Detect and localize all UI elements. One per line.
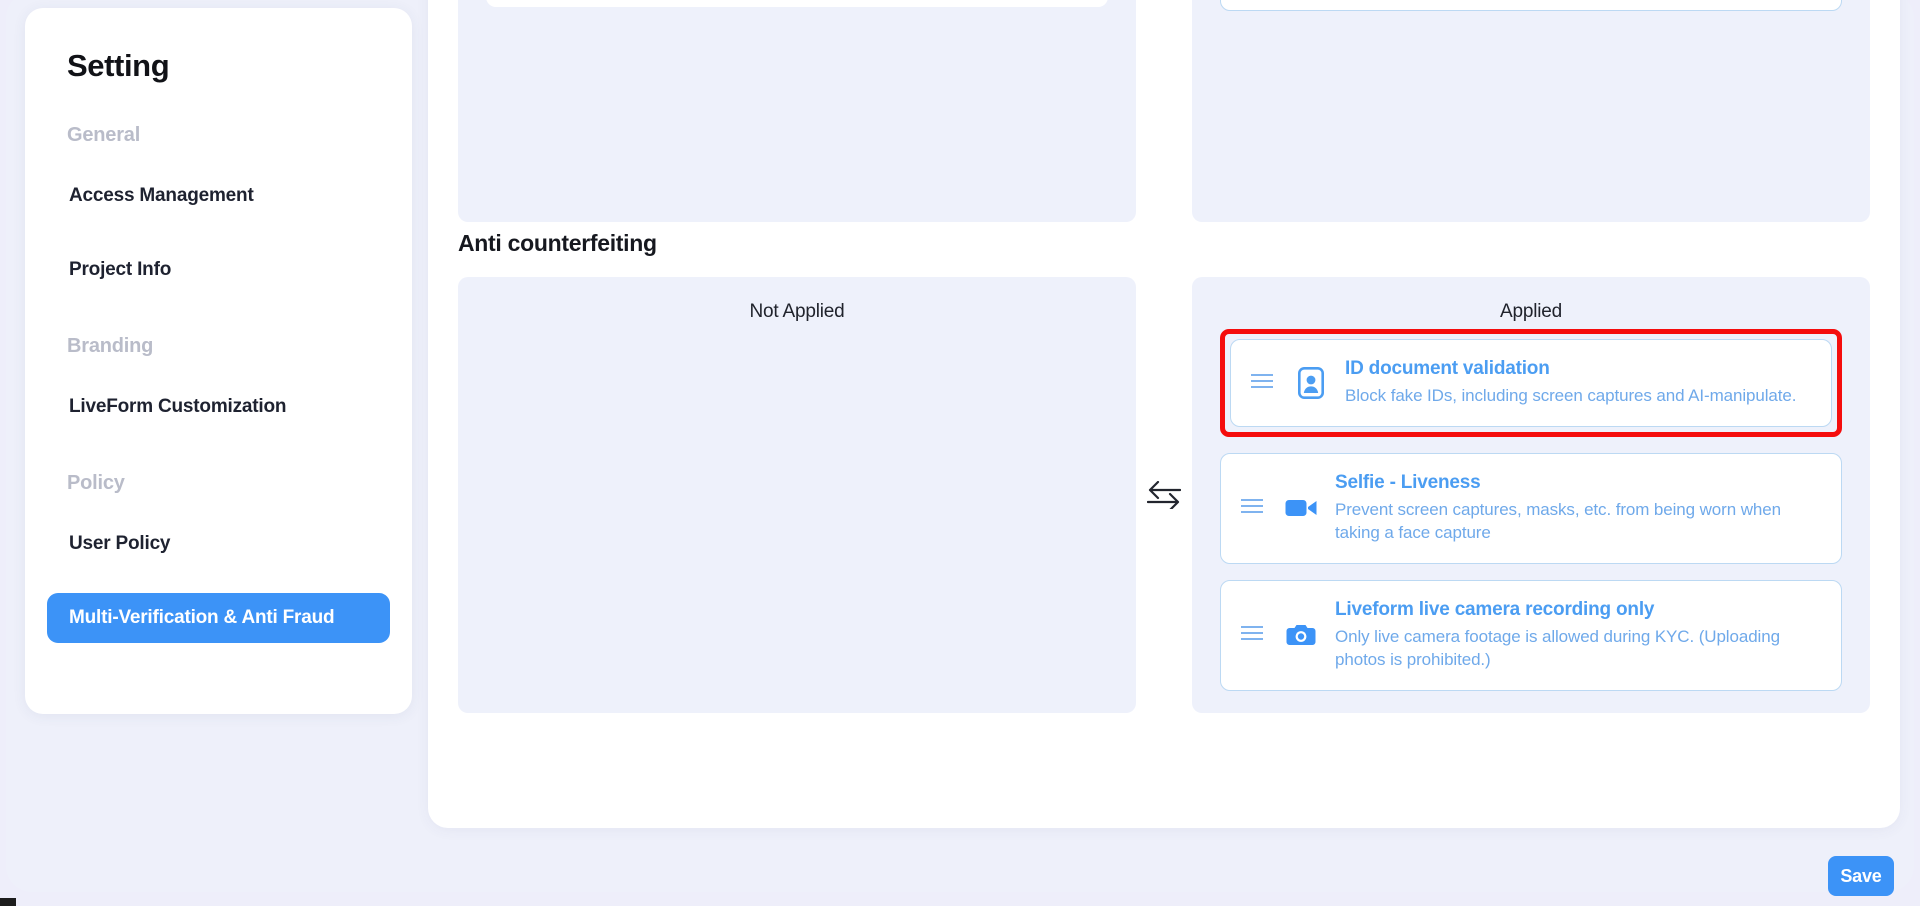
settings-sidebar: Setting General Access Management Projec… [25,8,412,714]
item-text: Liveform live camera recording only Only… [1335,599,1821,672]
nav-group-branding: Branding LiveForm Customization [47,335,390,432]
item-title: Liveform live camera recording only [1335,598,1655,620]
nav-group-label-branding: Branding [67,335,154,357]
nav-group-policy: Policy User Policy Multi-Verification & … [47,472,390,643]
item-card-address-verification: Address Verification proceed with locati… [1220,0,1842,12]
sidebar-item-liveform-customization[interactable]: LiveForm Customization [47,382,390,432]
nav-group-general: General Access Management Project Info [47,124,390,295]
window-corner-marker [0,898,16,906]
nav-group-label-policy: Policy [67,472,125,494]
swap-arrows-icon[interactable] [1136,277,1192,713]
pane-not-applied: Compare with government databases. (Note… [458,0,1136,222]
section-anti-counterfeiting: Anti counterfeiting Not Applied Applied [458,230,1870,713]
item-desc: Prevent screen captures, masks, etc. fro… [1335,500,1781,543]
photo-camera-icon [1279,623,1323,647]
save-button[interactable]: Save [1828,856,1894,896]
video-camera-icon [1279,497,1323,519]
item-title: ID document validation [1345,358,1550,380]
app-root: Setting General Access Management Projec… [0,0,1920,906]
item-card-government-database: Compare with government databases. (Note… [486,0,1108,7]
section-identity-verification: Compare with government databases. (Note… [458,0,1870,222]
pane-spacer [1136,0,1192,222]
id-card-icon [1289,367,1333,399]
item-card-id-document-validation[interactable]: ID document validation Block fake IDs, i… [1230,339,1832,427]
pane-applied: Applied ID document validation Block fak… [1192,277,1870,713]
section-title: Anti counterfeiting [458,230,657,256]
sidebar-item-user-policy[interactable]: User Policy [47,519,390,569]
drag-handle-icon[interactable] [1251,373,1277,394]
pane-not-applied: Not Applied [458,277,1136,713]
section-panes: Compare with government databases. (Note… [458,0,1870,222]
sidebar-item-access-management[interactable]: Access Management [47,171,390,221]
drag-handle-icon[interactable] [1241,625,1267,646]
settings-content-card: Compare with government databases. (Note… [428,0,1900,828]
highlight-ring: ID document validation Block fake IDs, i… [1220,329,1842,437]
nav-group-label-general: General [67,124,141,146]
pane-header-not-applied: Not Applied [749,301,845,322]
item-title: Selfie - Liveness [1335,472,1481,493]
pane-applied: Address Verification proceed with locati… [1192,0,1870,222]
item-card-selfie-liveness[interactable]: Selfie - Liveness Prevent screen capture… [1220,453,1842,564]
section-panes: Not Applied Applied ID document validati… [458,277,1870,713]
item-text: ID document validation Block fake IDs, i… [1345,358,1811,407]
item-card-liveform-live-camera-recording-only[interactable]: Liveform live camera recording only Only… [1220,579,1842,691]
pane-header-applied: Applied [1500,301,1562,322]
sidebar-item-project-info[interactable]: Project Info [47,245,390,295]
drag-handle-icon[interactable] [1241,498,1267,519]
page-title: Setting [67,48,170,83]
sidebar-item-multi-verification-anti-fraud[interactable]: Multi-Verification & Anti Fraud [47,593,390,643]
item-desc: Block fake IDs, including screen capture… [1345,386,1797,406]
item-text: Selfie - Liveness Prevent screen capture… [1335,472,1821,545]
item-desc: Only live camera footage is allowed duri… [1335,626,1780,670]
